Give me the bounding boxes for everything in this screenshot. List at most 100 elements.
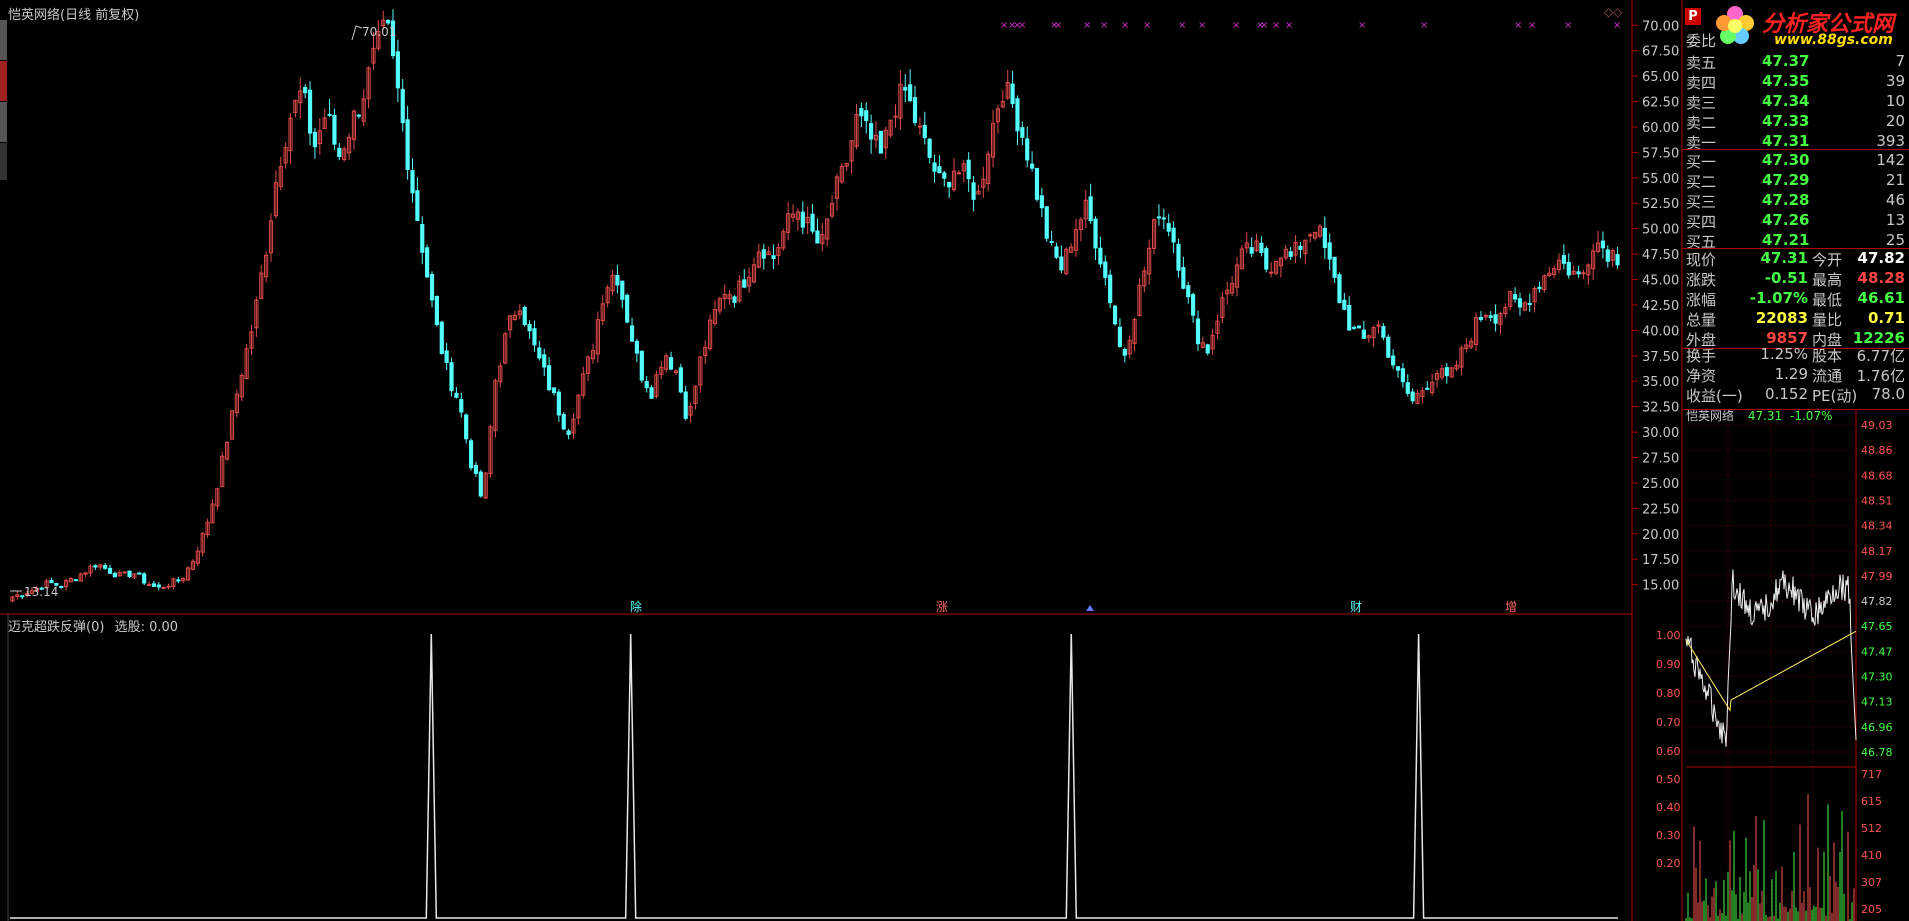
candle-body[interactable] <box>1352 326 1357 329</box>
candle-body[interactable] <box>1112 305 1118 325</box>
candle-body[interactable] <box>942 172 947 179</box>
candle-body[interactable] <box>1308 234 1313 237</box>
candle-body[interactable] <box>1034 167 1040 200</box>
stock-chart-canvas[interactable]: 70.00 67.50 65.00 62.50 60.00 57.50 55.00 52.50… <box>0 0 1909 921</box>
candle-body[interactable] <box>395 51 400 89</box>
candle-body[interactable] <box>1576 271 1581 275</box>
tab-3[interactable] <box>0 102 7 143</box>
candle-body[interactable] <box>142 573 147 584</box>
candle-body[interactable] <box>551 387 557 394</box>
candle-body[interactable] <box>732 296 737 303</box>
candle-body[interactable] <box>537 347 542 359</box>
candle-body[interactable] <box>542 354 547 368</box>
candle-body[interactable] <box>1395 366 1401 371</box>
candle-body[interactable] <box>1600 240 1606 249</box>
order-book-row[interactable]: 卖五 47.37 7 <box>1682 52 1909 72</box>
candle-body[interactable] <box>1259 242 1264 253</box>
candle-body[interactable] <box>1527 302 1532 305</box>
candle-body[interactable] <box>1030 163 1035 169</box>
candle-body[interactable] <box>1088 196 1093 222</box>
candle-body[interactable] <box>639 350 644 381</box>
candle-body[interactable] <box>166 585 171 588</box>
candle-body[interactable] <box>1288 251 1293 257</box>
candle-body[interactable] <box>1025 138 1030 161</box>
candle-body[interactable] <box>522 306 527 326</box>
candle-body[interactable] <box>1054 246 1059 258</box>
candle-body[interactable] <box>1103 261 1108 278</box>
candle-body[interactable] <box>1176 243 1181 271</box>
candle-body[interactable] <box>1205 344 1210 354</box>
candle-body[interactable] <box>1166 223 1171 232</box>
order-book-row[interactable]: 买二 47.29 21 <box>1682 171 1909 191</box>
candle-body[interactable] <box>332 114 337 145</box>
candle-body[interactable] <box>927 138 932 158</box>
candle-body[interactable] <box>1195 318 1201 345</box>
event-marker[interactable]: 除 <box>630 599 642 614</box>
candle-body[interactable] <box>473 465 479 474</box>
candle-body[interactable] <box>547 365 552 391</box>
candle-body[interactable] <box>1327 242 1332 260</box>
candle-body[interactable] <box>410 170 415 194</box>
candle-body[interactable] <box>1044 206 1049 239</box>
candle-body[interactable] <box>73 579 78 582</box>
candle-body[interactable] <box>1581 272 1586 275</box>
candle-body[interactable] <box>49 579 54 584</box>
candle-body[interactable] <box>1391 355 1396 366</box>
candle-body[interactable] <box>1264 248 1269 270</box>
candle-body[interactable] <box>122 571 127 574</box>
candle-body[interactable] <box>912 97 918 123</box>
candle-body[interactable] <box>1020 127 1025 138</box>
candle-body[interactable] <box>629 325 635 342</box>
candle-body[interactable] <box>1488 315 1493 318</box>
candle-body[interactable] <box>1561 255 1566 264</box>
candle-body[interactable] <box>1332 256 1337 278</box>
candle-body[interactable] <box>1342 299 1347 310</box>
order-book-row[interactable]: 买四 47.26 13 <box>1682 211 1909 231</box>
candle-body[interactable] <box>1122 348 1127 356</box>
candle-body[interactable] <box>1161 217 1166 220</box>
candle-body[interactable] <box>922 124 927 139</box>
candle-body[interactable] <box>156 584 161 588</box>
candle-body[interactable] <box>869 123 874 140</box>
order-book-row[interactable]: 卖三 47.34 10 <box>1682 92 1909 112</box>
candle-body[interactable] <box>917 125 922 128</box>
candle-body[interactable] <box>1478 317 1484 320</box>
candle-body[interactable] <box>1322 227 1327 248</box>
candle-body[interactable] <box>1117 326 1123 347</box>
candle-body[interactable] <box>1191 294 1196 316</box>
left-tab-strip[interactable] <box>0 20 7 180</box>
candle-body[interactable] <box>532 328 537 346</box>
candle-body[interactable] <box>1566 262 1571 276</box>
candle-body[interactable] <box>303 87 308 94</box>
candle-body[interactable] <box>1269 271 1274 274</box>
candle-body[interactable] <box>434 295 439 326</box>
candle-body[interactable] <box>415 190 420 222</box>
candle-body[interactable] <box>878 130 883 154</box>
order-book-row[interactable]: 买三 47.28 46 <box>1682 191 1909 211</box>
candle-body[interactable] <box>420 223 425 253</box>
candle-body[interactable] <box>903 86 908 91</box>
candle-body[interactable] <box>161 587 166 590</box>
expand-icon[interactable]: ◇◇ <box>1604 5 1622 19</box>
candle-body[interactable] <box>1059 256 1064 271</box>
candle-body[interactable] <box>146 583 152 586</box>
candle-body[interactable] <box>678 367 683 393</box>
candle-body[interactable] <box>307 89 313 134</box>
candle-body[interactable] <box>644 381 649 389</box>
candle-body[interactable] <box>337 147 342 157</box>
candle-body[interactable] <box>137 572 142 575</box>
candle-body[interactable] <box>459 399 464 413</box>
candle-body[interactable] <box>566 430 571 435</box>
candle-body[interactable] <box>1615 254 1620 266</box>
candle-body[interactable] <box>1361 329 1366 339</box>
candle-body[interactable] <box>1347 304 1352 331</box>
candle-body[interactable] <box>1410 391 1415 402</box>
candle-body[interactable] <box>561 413 566 430</box>
candle-body[interactable] <box>810 213 815 232</box>
candle-body[interactable] <box>971 182 976 200</box>
candle-body[interactable] <box>556 391 561 416</box>
candle-body[interactable] <box>815 230 820 244</box>
candle-body[interactable] <box>1386 336 1391 358</box>
candle-body[interactable] <box>947 181 952 188</box>
candle-body[interactable] <box>1444 367 1449 377</box>
